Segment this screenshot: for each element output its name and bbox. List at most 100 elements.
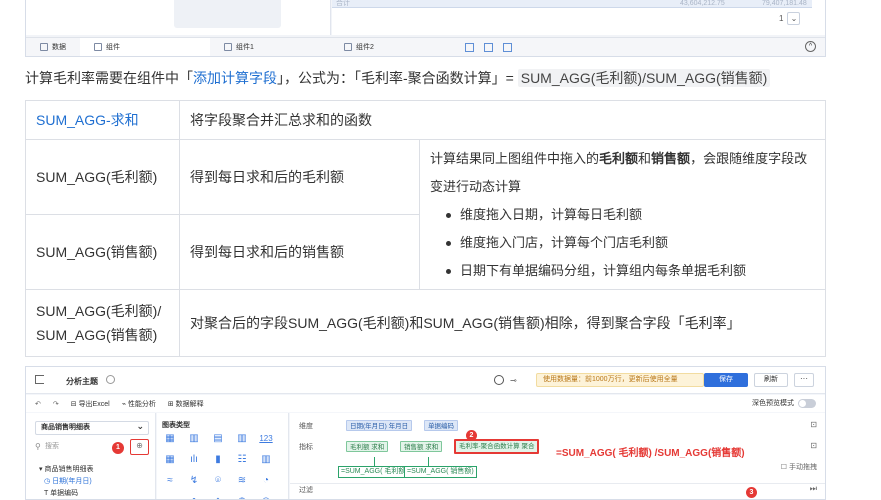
bottom-screenshot: 分析主题 ⊸ 使用数据量：前1000万行，更新后使用全量 保存 刷新 ··· ↶… — [25, 366, 826, 500]
step-badge-3: 3 — [746, 487, 757, 498]
tab-label: 组件1 — [236, 44, 254, 51]
table-total-row: 合计 43,604,212.75 79,407,181.48 — [332, 0, 812, 8]
chart-type-icon[interactable]: ⌾ — [211, 475, 225, 486]
database-icon — [40, 43, 48, 51]
dimension-pill-date[interactable]: 日期(年月日) 年月日 — [346, 420, 413, 431]
sales-formula-box: =SUM_AGG( 销售额) — [404, 466, 477, 478]
arrow-up — [374, 457, 375, 466]
lock-icon[interactable]: ⊡ — [810, 420, 817, 429]
data-explain-button[interactable]: ⊞ 数据解释 — [168, 399, 204, 409]
chart-type-icon[interactable]: ● — [163, 496, 177, 499]
redo-icon[interactable]: ↷ — [53, 400, 59, 408]
component-icon — [224, 43, 232, 51]
undo-icon[interactable]: ↶ — [35, 400, 41, 408]
more-button[interactable]: ··· — [794, 373, 814, 387]
indicator-pill-gross[interactable]: 毛利额 求和 — [346, 441, 389, 452]
add-calc-field-link[interactable]: 添加计算字段 — [193, 70, 277, 86]
chart-type-icon[interactable]: ▥ — [259, 454, 273, 465]
chart-type-icon[interactable]: ▮ — [211, 454, 225, 465]
chart-type-icon[interactable]: ▤ — [211, 433, 225, 444]
skip-icon[interactable]: ⏭ — [810, 484, 817, 494]
add-component-icon[interactable] — [465, 42, 474, 52]
dimension-label: 维度 — [299, 423, 313, 430]
key-icon[interactable]: ⊸ — [510, 376, 517, 385]
top-right-pane: 合计 43,604,212.75 79,407,181.48 1 ⌄ — [332, 0, 825, 35]
save-button[interactable]: 保存 — [704, 373, 748, 387]
chart-type-icon[interactable]: ▦ — [163, 454, 177, 465]
total-label: 合计 — [336, 0, 350, 7]
note-bullets: 维度拖入日期，计算每日毛利额 维度拖入门店，计算每个门店毛利额 日期下有单据编码… — [430, 201, 815, 285]
function-name-cell: SUM_AGG(毛利额)/ SUM_AGG(销售额) — [25, 289, 180, 357]
pager: 1 ⌄ — [779, 12, 801, 25]
function-desc-cell: 得到每日求和后的毛利额 — [179, 139, 420, 215]
analysis-header: 分析主题 ⊸ 使用数据量：前1000万行，更新后使用全量 保存 刷新 ··· — [26, 367, 825, 394]
perf-analysis-button[interactable]: ⌁ 性能分析 — [122, 399, 156, 409]
component-icon — [94, 43, 102, 51]
function-desc-cell: 对聚合后的字段SUM_AGG(毛利额)和SUM_AGG(销售额)相除，得到聚合字… — [179, 289, 826, 357]
back-icon[interactable] — [35, 375, 44, 384]
table-row: SUM_AGG(毛利额) 得到每日求和后的毛利额 计算结果同上图组件中拖入的毛利… — [25, 139, 826, 290]
manual-drag-label: 手动拖拽 — [789, 464, 817, 471]
function-desc-cell: 得到每日求和后的销售额 — [179, 214, 420, 290]
tree-root-label: 商品销售明细表 — [44, 466, 94, 473]
table-row: SUM_AGG(毛利额)/ SUM_AGG(销售额) 对聚合后的字段SUM_AG… — [25, 289, 826, 357]
edit-icon[interactable] — [106, 375, 115, 384]
chart-type-icon[interactable]: ▦ — [163, 433, 177, 444]
function-name-cell: SUM_AGG(毛利额) — [25, 139, 180, 215]
refresh-button[interactable]: 刷新 — [754, 373, 788, 387]
chart-type-icon[interactable]: ≈ — [163, 475, 177, 486]
chart-type-icon[interactable]: ◆ — [211, 496, 225, 499]
note-cell: 计算结果同上图组件中拖入的毛利额和销售额，会跟随维度字段改变进行动态计算 维度拖… — [419, 139, 826, 290]
chart-type-icon[interactable]: ılı — [187, 454, 201, 465]
chart-type-icon[interactable]: ♣ — [187, 496, 201, 499]
add-calc-field-button[interactable]: ⊕ — [130, 439, 149, 455]
chart-type-icon[interactable]: ◔ — [259, 475, 273, 486]
add-dashboard-icon[interactable] — [484, 42, 493, 52]
tab-label: 组件 — [106, 44, 120, 51]
chart-type-icon[interactable]: ◍ — [235, 496, 249, 499]
note-bold-sales: 销售额 — [651, 150, 691, 166]
chart-type-icon[interactable]: 123 — [259, 433, 273, 444]
tree-item-label: 日期(年月日) — [52, 478, 92, 485]
collapse-icon[interactable]: ^ — [805, 41, 816, 52]
add-report-icon[interactable] — [503, 42, 512, 52]
chart-type-icon[interactable]: ↯ — [187, 475, 201, 486]
export-excel-button[interactable]: ⊟ 导出Excel — [71, 399, 110, 409]
tab-data[interactable]: 数据 — [26, 38, 80, 56]
total-value-2: 79,407,181.48 — [762, 0, 807, 7]
chart-type-icon[interactable]: ▥ — [187, 433, 201, 444]
tab-component1[interactable]: 组件1 — [210, 38, 330, 56]
chart-type-icon[interactable]: ◎ — [259, 496, 273, 499]
sync-icon[interactable] — [494, 375, 504, 385]
tab-component[interactable]: 组件 — [80, 38, 210, 56]
indicator-pill-margin[interactable]: 毛利率-聚合函数计算 聚合 — [454, 439, 540, 454]
lock-icon[interactable]: ⊡ — [810, 441, 817, 450]
tree-item-doc-code[interactable]: T 单据编码 — [44, 488, 78, 498]
perf-label: 性能分析 — [127, 400, 156, 408]
indicator-pill-sales[interactable]: 销售额 求和 — [400, 441, 443, 452]
page-dropdown-button[interactable]: ⌄ — [787, 12, 801, 25]
manual-drag-checkbox[interactable]: ☐ 手动拖拽 — [781, 462, 817, 472]
chart-type-icon[interactable]: ≋ — [235, 475, 249, 486]
dark-mode-toggle[interactable]: 深色预览模式 — [752, 398, 816, 408]
toggle-switch[interactable] — [798, 398, 816, 408]
tab-component2[interactable]: 组件2 — [330, 38, 460, 56]
dimension-pill-doc-code[interactable]: 单据编码 — [424, 420, 458, 431]
analysis-title: 分析主题 — [66, 377, 98, 386]
function-desc-cell: 将字段聚合并汇总求和的函数 — [179, 100, 826, 140]
design-area: 维度 日期(年月日) 年月日 单据编码 ⊡ 2 指标 毛利额 求和 销售额 求和… — [290, 413, 825, 499]
export-label: 导出Excel — [78, 400, 110, 408]
gross-formula-box: =SUM_AGG( 毛利额) — [338, 466, 411, 478]
chart-type-icon[interactable]: ▥ — [235, 433, 249, 444]
function-table: SUM_AGG-求和 将字段聚合并汇总求和的函数 SUM_AGG(毛利额) 得到… — [25, 100, 826, 357]
note-and: 和 — [638, 150, 652, 166]
indicator-label: 指标 — [299, 444, 313, 451]
chart-type-icon[interactable]: ☷ — [235, 454, 249, 465]
bottom-tab-bar: 数据 组件 组件1 组件2 ^ — [26, 37, 825, 56]
dark-mode-label: 深色预览模式 — [752, 400, 794, 407]
data-limit-notice[interactable]: 使用数据量：前1000万行，更新后使用全量 — [536, 373, 704, 387]
tree-item-date[interactable]: ◷ 日期(年月日) — [44, 476, 92, 486]
tree-root[interactable]: ▾ 商品销售明细表 — [39, 464, 93, 474]
sum-agg-link[interactable]: SUM_AGG-求和 — [36, 112, 139, 128]
dataset-select[interactable]: 商品销售明细表 — [35, 420, 149, 435]
